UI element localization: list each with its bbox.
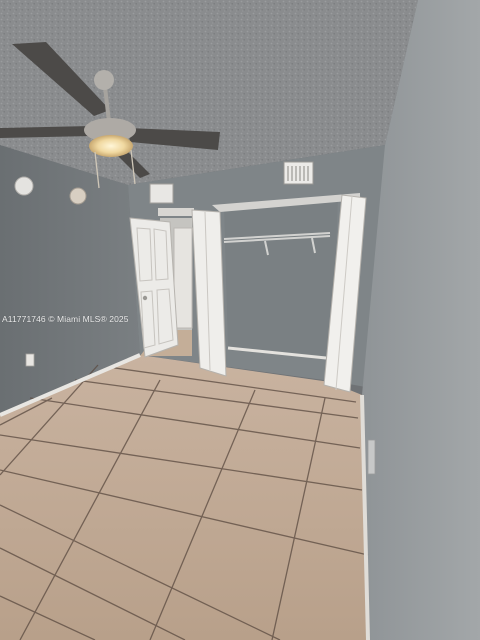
fan-blade-left bbox=[0, 126, 92, 138]
fan-canopy bbox=[94, 70, 114, 90]
right-wall-outlet bbox=[367, 439, 376, 475]
bedroom-photo: A11771746 © Miami MLS® 2025 bbox=[0, 0, 480, 640]
door-knob bbox=[142, 295, 148, 301]
mls-watermark: A11771746 © Miami MLS® 2025 bbox=[2, 314, 129, 324]
tile-floor bbox=[0, 355, 368, 640]
hallway-closet-door bbox=[173, 227, 193, 329]
door-frame bbox=[158, 208, 194, 216]
ceiling-speaker bbox=[69, 187, 87, 205]
closet-interior bbox=[224, 198, 338, 360]
smoke-detector bbox=[14, 176, 34, 196]
wall-outlet bbox=[25, 353, 35, 367]
air-vent-left bbox=[149, 183, 174, 204]
